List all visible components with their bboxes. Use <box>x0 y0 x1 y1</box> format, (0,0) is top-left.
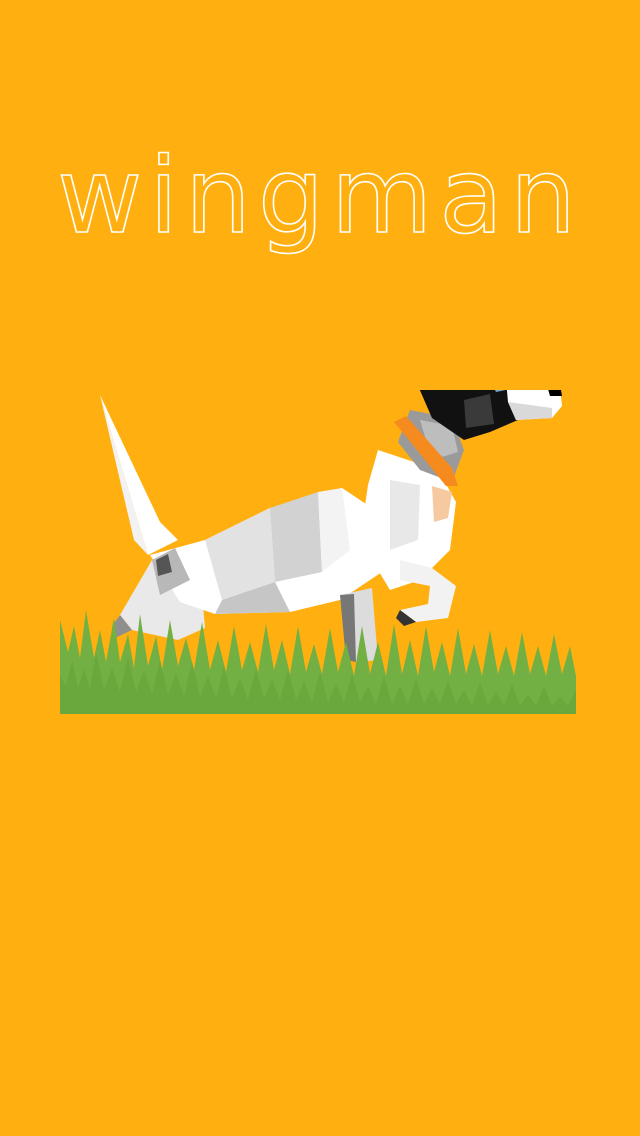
splash-screen: wingman <box>0 0 640 1136</box>
dog-body-shade-2 <box>270 492 322 582</box>
dog-chest-shade <box>390 480 420 550</box>
app-title: wingman <box>57 150 583 257</box>
dog-in-grass-illustration <box>60 390 576 714</box>
dog-head-grey <box>464 394 494 428</box>
app-title-svg: wingman <box>56 150 583 258</box>
dog-front-raised-leg <box>400 560 456 622</box>
